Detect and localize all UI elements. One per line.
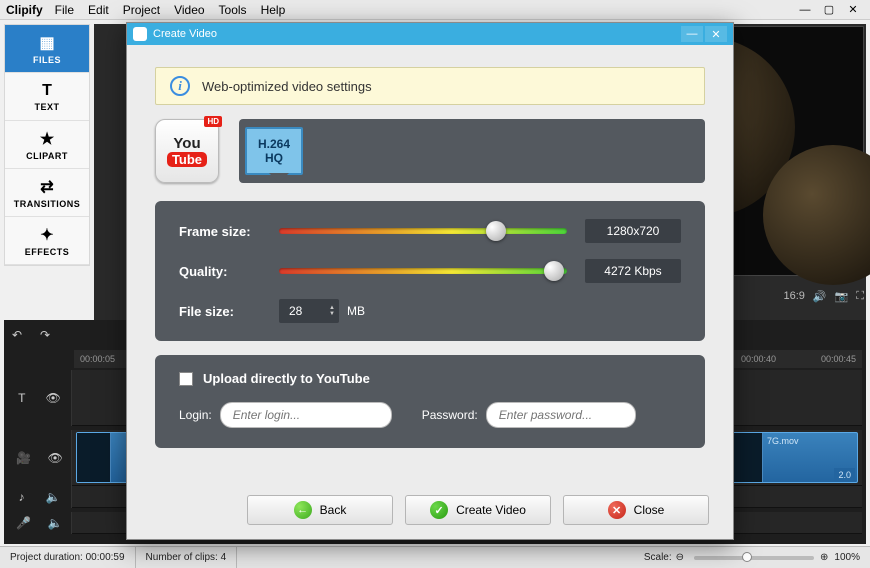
filesize-stepper[interactable]: 28 ▲ ▼ xyxy=(279,299,339,323)
frame-size-row: Frame size: 1280x720 xyxy=(179,219,681,243)
dialog-body: i Web-optimized video settings HD You Tu… xyxy=(127,45,733,460)
login-input[interactable] xyxy=(220,402,392,428)
frame-size-slider[interactable] xyxy=(279,223,567,239)
info-bar: i Web-optimized video settings xyxy=(155,67,705,105)
filesize-label: File size: xyxy=(179,304,279,319)
filesize-unit: MB xyxy=(347,304,365,318)
arrow-left-icon: ← xyxy=(294,501,312,519)
frame-size-label: Frame size: xyxy=(179,224,279,239)
hd-badge: HD xyxy=(204,116,222,127)
stepper-down-icon[interactable]: ▼ xyxy=(329,311,335,317)
check-icon: ✓ xyxy=(430,501,448,519)
format-row: HD You Tube H.264 HQ xyxy=(155,119,705,183)
dialog-minimize-button[interactable]: — xyxy=(681,26,703,42)
youtube-you: You xyxy=(173,136,200,151)
login-label: Login: xyxy=(179,408,212,422)
password-label: Password: xyxy=(422,408,478,422)
password-input[interactable] xyxy=(486,402,636,428)
slider-thumb[interactable] xyxy=(544,261,564,281)
quality-row: Quality: 4272 Kbps xyxy=(179,259,681,283)
back-button[interactable]: ← Back xyxy=(247,495,393,525)
dialog-icon xyxy=(133,27,147,41)
modal-overlay: Create Video — ✕ i Web-optimized video s… xyxy=(0,0,870,568)
upload-panel: Upload directly to YouTube Login: Passwo… xyxy=(155,355,705,448)
create-video-confirm-button[interactable]: ✓ Create Video xyxy=(405,495,551,525)
dialog-title-text: Create Video xyxy=(153,28,217,40)
close-icon: ✕ xyxy=(608,501,626,519)
close-dialog-button[interactable]: ✕ Close xyxy=(563,495,709,525)
dialog-titlebar[interactable]: Create Video — ✕ xyxy=(127,23,733,45)
create-video-dialog: Create Video — ✕ i Web-optimized video s… xyxy=(126,22,734,540)
frame-size-value: 1280x720 xyxy=(585,219,681,243)
filesize-value: 28 xyxy=(289,304,302,318)
codec-h264-hq[interactable]: H.264 HQ xyxy=(245,127,303,175)
codec-tabs: H.264 HQ xyxy=(239,119,705,183)
quality-value: 4272 Kbps xyxy=(585,259,681,283)
upload-checkbox[interactable] xyxy=(179,372,193,386)
filesize-row: File size: 28 ▲ ▼ MB xyxy=(179,299,681,323)
dialog-buttons: ← Back ✓ Create Video ✕ Close xyxy=(247,495,709,525)
quality-slider[interactable] xyxy=(279,263,567,279)
settings-panel: Frame size: 1280x720 Quality: xyxy=(155,201,705,341)
upload-checkbox-row: Upload directly to YouTube xyxy=(179,371,681,386)
dialog-close-button[interactable]: ✕ xyxy=(705,26,727,42)
quality-label: Quality: xyxy=(179,264,279,279)
credentials-row: Login: Password: xyxy=(179,402,681,428)
youtube-badge: HD You Tube xyxy=(155,119,219,183)
info-icon: i xyxy=(170,76,190,96)
app-window: Clipify File Edit Project Video Tools He… xyxy=(0,0,870,568)
youtube-tube: Tube xyxy=(167,152,207,167)
info-text: Web-optimized video settings xyxy=(202,79,372,94)
slider-thumb[interactable] xyxy=(486,221,506,241)
upload-label: Upload directly to YouTube xyxy=(203,371,370,386)
